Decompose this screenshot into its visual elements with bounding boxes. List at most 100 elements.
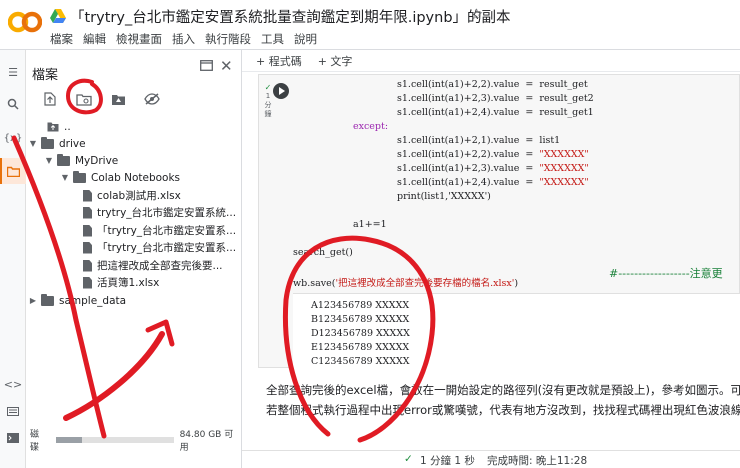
hide-files-icon[interactable] bbox=[140, 88, 164, 110]
tree-item-file[interactable]: colab測試用.xlsx bbox=[80, 187, 181, 204]
tree-item-file[interactable]: trytry_台北市鑑定安置系統... bbox=[80, 204, 236, 221]
folder-icon bbox=[73, 170, 86, 183]
tree-item-label: trytry_台北市鑑定安置系統... bbox=[97, 207, 237, 219]
tree-item-label: 活頁簿1.xlsx bbox=[97, 277, 160, 289]
text-line: 若整個程式執行過程中出現error或驚嘆號，代表有地方沒改到，找找程式碼裡出現紅… bbox=[266, 403, 740, 417]
disk-usage-fill bbox=[55, 437, 82, 443]
code-token: ) bbox=[514, 278, 519, 289]
left-rail: ☰ {x} <> bbox=[0, 50, 26, 468]
tree-item-label: drive bbox=[59, 137, 86, 150]
code-line: search_get() bbox=[293, 247, 353, 258]
tree-item-parent[interactable]: .. bbox=[34, 118, 71, 135]
menu-view[interactable]: 檢視畫面 bbox=[116, 31, 162, 47]
code-snippets-icon[interactable]: <> bbox=[4, 376, 22, 392]
tree-item-label: colab測試用.xlsx bbox=[97, 190, 181, 202]
menu-help[interactable]: 說明 bbox=[294, 31, 317, 47]
files-panel-title: 檔案 bbox=[32, 68, 59, 83]
upload-icon[interactable] bbox=[38, 88, 62, 110]
tree-item-label: .. bbox=[64, 120, 71, 133]
add-text-button[interactable]: + 文字 bbox=[318, 53, 353, 69]
status-check-icon: ✓ bbox=[404, 453, 413, 465]
menu-file[interactable]: 檔案 bbox=[50, 31, 73, 47]
colab-logo[interactable] bbox=[8, 10, 42, 34]
output-line: E123456789 XXXXX bbox=[311, 342, 410, 353]
command-palette-icon[interactable] bbox=[5, 403, 21, 419]
check-icon: ✓ bbox=[264, 83, 272, 92]
folder-icon bbox=[41, 136, 54, 149]
file-icon bbox=[83, 189, 92, 202]
run-cell-button[interactable] bbox=[273, 83, 289, 99]
drive-icon[interactable] bbox=[50, 9, 66, 23]
notebook-toolbar: + 程式碼 + 文字 bbox=[242, 50, 740, 72]
close-panel-icon[interactable]: ✕ bbox=[220, 57, 233, 75]
tree-item-file[interactable]: 活頁簿1.xlsx bbox=[80, 274, 159, 291]
star-icon[interactable]: ☆ bbox=[470, 5, 483, 23]
disk-free: 84.80 GB 可用 bbox=[179, 430, 234, 453]
disk-label: 磁碟 bbox=[30, 430, 40, 453]
menu-edit[interactable]: 編輯 bbox=[83, 31, 106, 47]
caret-down-icon[interactable]: ▼ bbox=[44, 156, 54, 165]
tree-item-label: MyDrive bbox=[75, 154, 119, 167]
folder-icon bbox=[57, 153, 70, 166]
tree-item-label: sample_data bbox=[59, 294, 127, 307]
menu-tools[interactable]: 工具 bbox=[261, 31, 284, 47]
code-string: '把這裡改成全部查完後要存檔的檔名.xlsx' bbox=[335, 278, 515, 289]
files-panel: 檔案 ✕ .. ▼ drive ▼ MyDrive ▼ Colab Notebo… bbox=[26, 50, 242, 468]
file-icon bbox=[83, 241, 92, 254]
code-line: s1.cell(int(a1)+2,3).value = "XXXXXX" bbox=[397, 163, 589, 174]
text-line: 全部查詢完後的excel檔，會放在一開始設定的路徑列(沒有更改就是預設上)，參考… bbox=[266, 383, 740, 397]
exec-info-text: 鐘 bbox=[264, 110, 272, 118]
code-token: wb.save( bbox=[293, 278, 336, 289]
tree-item-mydrive[interactable]: ▼ MyDrive bbox=[44, 152, 118, 169]
disk-usage-bar bbox=[55, 437, 174, 443]
folder-icon bbox=[41, 293, 54, 306]
tree-item-label: Colab Notebooks bbox=[91, 171, 181, 184]
code-line: s1.cell(int(a1)+2,2).value = "XXXXXX" bbox=[397, 149, 589, 160]
menu-bar: 檔案 編輯 檢視畫面 插入 執行階段 工具 說明 bbox=[50, 31, 317, 47]
mount-drive-icon[interactable] bbox=[106, 88, 130, 110]
code-line: s1.cell(int(a1)+2,4).value = "XXXXXX" bbox=[397, 177, 589, 188]
caret-down-icon[interactable]: ▼ bbox=[60, 173, 70, 182]
caret-right-icon[interactable]: ▶ bbox=[28, 296, 38, 305]
tree-item-file[interactable]: 「trytry_台北市鑑定安置系... bbox=[80, 239, 236, 256]
file-icon bbox=[83, 224, 92, 237]
app-header: 「trytry_台北市鑑定安置系統批量查詢鑑定到期年限.ipynb」的副本 ☆ … bbox=[0, 0, 740, 50]
code-line: wb.save('把這裡改成全部查完後要存檔的檔名.xlsx') bbox=[293, 275, 518, 289]
code-line: print(list1,'XXXXX') bbox=[397, 191, 491, 202]
disk-usage: 磁碟 84.80 GB 可用 bbox=[26, 430, 242, 453]
tree-item-colab-notebooks[interactable]: ▼ Colab Notebooks bbox=[60, 169, 180, 186]
tree-item-sample-data[interactable]: ▶ sample_data bbox=[28, 292, 126, 309]
output-line: D123456789 XXXXX bbox=[311, 328, 410, 339]
code-token: s1.cell(int(a1)+2,3).value = bbox=[397, 163, 540, 174]
files-toolbar bbox=[38, 88, 164, 110]
status-completed: 完成時間: 晚上11:28 bbox=[487, 455, 588, 467]
code-line: s1.cell(int(a1)+2,1).value = list1 bbox=[397, 135, 561, 146]
code-token: s1.cell(int(a1)+2,4).value = bbox=[397, 177, 540, 188]
toc-icon[interactable]: ☰ bbox=[5, 64, 21, 80]
caret-down-icon[interactable]: ▼ bbox=[28, 139, 38, 148]
notebook-title[interactable]: 「trytry_台北市鑑定安置系統批量查詢鑑定到期年限.ipynb」的副本 bbox=[70, 6, 511, 27]
exec-info-text: 分 bbox=[264, 101, 272, 109]
output-line: C123456789 XXXXX bbox=[311, 356, 410, 367]
folder-up-icon bbox=[47, 122, 59, 132]
tree-item-drive[interactable]: ▼ drive bbox=[28, 135, 86, 152]
folder-icon[interactable] bbox=[5, 163, 21, 179]
open-in-tab-icon[interactable] bbox=[200, 60, 213, 75]
tree-item-file[interactable]: 把這裡改成全部查完後要... bbox=[80, 257, 223, 274]
terminal-icon[interactable] bbox=[5, 430, 21, 446]
file-icon bbox=[83, 259, 92, 272]
code-token: s1.cell(int(a1)+2,2).value = bbox=[397, 149, 540, 160]
text-cell[interactable]: 全部查詢完後的excel檔，會放在一開始設定的路徑列(沒有更改就是預設上)，參考… bbox=[266, 380, 740, 420]
tree-item-label: 「trytry_台北市鑑定安置系... bbox=[97, 225, 237, 237]
tree-item-file[interactable]: 「trytry_台北市鑑定安置系... bbox=[80, 222, 236, 239]
tree-item-label: 把這裡改成全部查完後要... bbox=[97, 260, 223, 272]
menu-runtime[interactable]: 執行階段 bbox=[205, 31, 251, 47]
code-cell[interactable]: ✓ 1 分 鐘 s1.cell(int(a1)+2,2).value = res… bbox=[258, 74, 740, 369]
code-string: "XXXXXX" bbox=[539, 177, 589, 188]
search-icon[interactable] bbox=[5, 96, 21, 112]
menu-insert[interactable]: 插入 bbox=[172, 31, 195, 47]
refresh-folder-icon[interactable] bbox=[72, 88, 96, 110]
variables-icon[interactable]: {x} bbox=[4, 130, 23, 146]
add-code-button[interactable]: + 程式碼 bbox=[256, 53, 302, 69]
code-string: "XXXXXX" bbox=[539, 149, 589, 160]
